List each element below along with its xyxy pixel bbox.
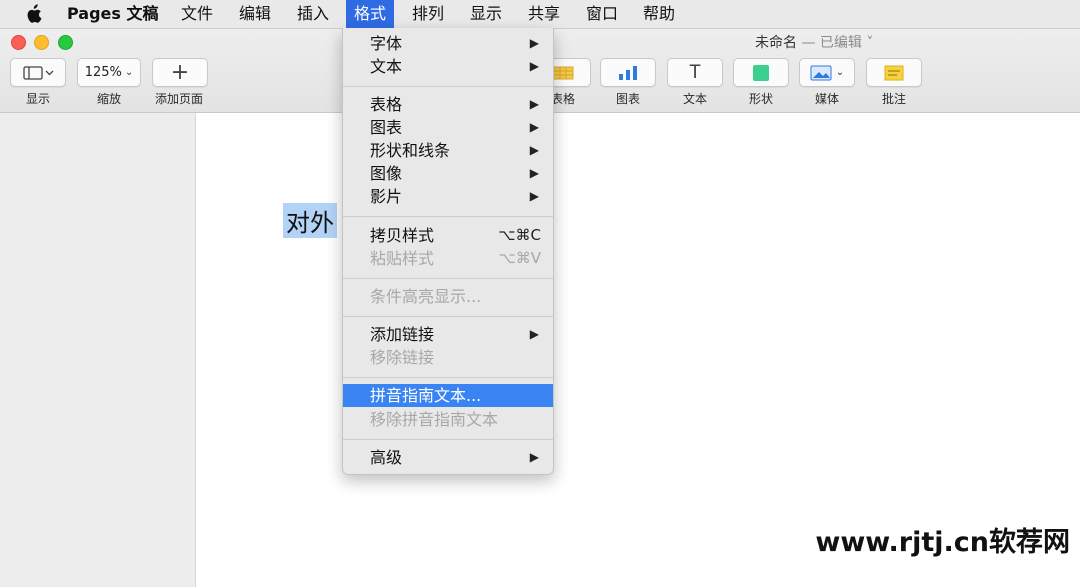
sidebar-view-icon bbox=[23, 65, 54, 80]
submenu-arrow-icon: ▶ bbox=[529, 450, 539, 464]
format-menu: 字体 ▶ 文本 ▶ 表格 ▶ 图表 ▶ 形状和线条 ▶ 图像 ▶ 影片 ▶ 拷贝… bbox=[342, 28, 554, 475]
menu-bar: Pages 文稿 文件 编辑 插入 格式 排列 显示 共享 窗口 帮助 bbox=[0, 0, 1080, 29]
text-t-icon: T bbox=[689, 61, 701, 83]
zoom-window-button[interactable] bbox=[58, 35, 73, 50]
document-canvas[interactable] bbox=[196, 113, 1080, 587]
menu-item-label: 形状和线条 bbox=[370, 141, 451, 160]
shape-square-icon bbox=[753, 64, 769, 81]
table-icon bbox=[552, 66, 574, 79]
shortcut-label: ⌥⌘V bbox=[498, 249, 541, 267]
selected-text[interactable]: 对外 bbox=[283, 203, 337, 238]
menu-item-add-link[interactable]: 添加链接 ▶ bbox=[343, 323, 553, 346]
menu-separator bbox=[343, 316, 553, 317]
menu-item-font[interactable]: 字体 ▶ bbox=[343, 32, 553, 55]
shape-label: 形状 bbox=[748, 92, 773, 106]
menu-item-advanced[interactable]: 高级 ▶ bbox=[343, 446, 553, 469]
menu-item-label: 移除拼音指南文本 bbox=[370, 410, 499, 429]
menu-item-label: 文本 bbox=[370, 57, 403, 76]
document-name: 未命名 bbox=[755, 35, 797, 51]
submenu-arrow-icon: ▶ bbox=[529, 166, 539, 180]
menu-item-label: 拷贝样式 bbox=[370, 226, 435, 245]
edit-status: — 已编辑 ˅ bbox=[801, 35, 874, 51]
menu-separator bbox=[343, 86, 553, 87]
submenu-arrow-icon: ▶ bbox=[529, 59, 539, 73]
menu-insert[interactable]: 插入 bbox=[297, 0, 329, 28]
sticky-note-icon bbox=[884, 65, 904, 80]
menu-window[interactable]: 窗口 bbox=[586, 0, 618, 28]
minimize-window-button[interactable] bbox=[34, 35, 49, 50]
photo-icon bbox=[810, 65, 832, 80]
comment-button[interactable] bbox=[866, 58, 922, 87]
text-label: 文本 bbox=[682, 92, 707, 106]
menu-item-pinyin-guide[interactable]: 拼音指南文本... bbox=[343, 384, 553, 407]
menu-format[interactable]: 格式 bbox=[346, 0, 395, 28]
menu-item-label: 条件高亮显示... bbox=[370, 287, 482, 306]
chevron-down-icon: ⌄ bbox=[835, 67, 845, 78]
menu-item-shapes-lines[interactable]: 形状和线条 ▶ bbox=[343, 139, 553, 162]
menu-item-label: 拼音指南文本... bbox=[370, 386, 482, 405]
menu-item-label: 添加链接 bbox=[370, 325, 435, 344]
zoom-value: 125% bbox=[84, 65, 122, 80]
submenu-arrow-icon: ▶ bbox=[529, 120, 539, 134]
menu-item-label: 移除链接 bbox=[370, 348, 435, 367]
view-button[interactable] bbox=[10, 58, 66, 87]
menu-view[interactable]: 显示 bbox=[470, 0, 502, 28]
menu-item-label: 图像 bbox=[370, 164, 403, 183]
watermark-text: www.rjtj.cn软荐网 bbox=[815, 527, 1070, 558]
shortcut-label: ⌥⌘C bbox=[498, 226, 541, 244]
menu-item-remove-link[interactable]: 移除链接 bbox=[343, 346, 553, 369]
add-page-button[interactable]: + bbox=[152, 58, 208, 87]
menu-item-copy-style[interactable]: 拷贝样式 ⌥⌘C bbox=[343, 224, 553, 247]
zoom-select[interactable]: 125% ⌄ bbox=[77, 58, 141, 87]
menu-item-remove-pinyin[interactable]: 移除拼音指南文本 bbox=[343, 408, 553, 431]
menu-item-conditional-highlight[interactable]: 条件高亮显示... bbox=[343, 285, 553, 308]
menu-item-movie[interactable]: 影片 ▶ bbox=[343, 185, 553, 208]
submenu-arrow-icon: ▶ bbox=[529, 327, 539, 341]
plus-icon: + bbox=[170, 59, 190, 85]
comment-label: 批注 bbox=[881, 92, 906, 106]
menu-item-label: 粘贴样式 bbox=[370, 249, 435, 268]
chart-button[interactable] bbox=[600, 58, 656, 87]
close-window-button[interactable] bbox=[11, 35, 26, 50]
submenu-arrow-icon: ▶ bbox=[529, 189, 539, 203]
apple-icon[interactable] bbox=[24, 0, 42, 28]
menu-item-image[interactable]: 图像 ▶ bbox=[343, 162, 553, 185]
chevron-down-icon: ⌄ bbox=[124, 67, 134, 78]
menu-help[interactable]: 帮助 bbox=[643, 0, 675, 28]
menu-separator bbox=[343, 377, 553, 378]
document-title[interactable]: 未命名 — 已编辑 ˅ bbox=[755, 32, 873, 52]
view-label: 显示 bbox=[25, 92, 50, 106]
menu-item-label: 字体 bbox=[370, 34, 403, 53]
submenu-arrow-icon: ▶ bbox=[529, 97, 539, 111]
menu-item-paste-style[interactable]: 粘贴样式 ⌥⌘V bbox=[343, 247, 553, 270]
menu-item-label: 表格 bbox=[370, 95, 403, 114]
menu-edit[interactable]: 编辑 bbox=[239, 0, 271, 28]
menu-share[interactable]: 共享 bbox=[528, 0, 560, 28]
page-thumbnails-sidebar[interactable] bbox=[0, 113, 196, 587]
submenu-arrow-icon: ▶ bbox=[529, 36, 539, 50]
text-button[interactable]: T bbox=[667, 58, 723, 87]
menu-separator bbox=[343, 216, 553, 217]
menu-item-label: 图表 bbox=[370, 118, 403, 137]
submenu-arrow-icon: ▶ bbox=[529, 143, 539, 157]
menu-item-label: 影片 bbox=[370, 187, 403, 206]
menu-file[interactable]: 文件 bbox=[181, 0, 213, 28]
shape-button[interactable] bbox=[733, 58, 789, 87]
menu-arrange[interactable]: 排列 bbox=[412, 0, 444, 28]
menu-item-label: 高级 bbox=[370, 448, 403, 467]
bar-chart-icon bbox=[619, 65, 637, 80]
add-page-label: 添加页面 bbox=[154, 92, 203, 106]
chart-label: 图表 bbox=[615, 92, 640, 106]
menu-pages[interactable]: Pages 文稿 bbox=[67, 0, 159, 28]
media-button[interactable]: ⌄ bbox=[799, 58, 855, 87]
menu-item-chart[interactable]: 图表 ▶ bbox=[343, 116, 553, 139]
menu-item-table[interactable]: 表格 ▶ bbox=[343, 93, 553, 116]
menu-separator bbox=[343, 278, 553, 279]
menu-separator bbox=[343, 439, 553, 440]
zoom-label: 缩放 bbox=[96, 92, 121, 106]
media-label: 媒体 bbox=[814, 92, 839, 106]
menu-item-text[interactable]: 文本 ▶ bbox=[343, 55, 553, 78]
